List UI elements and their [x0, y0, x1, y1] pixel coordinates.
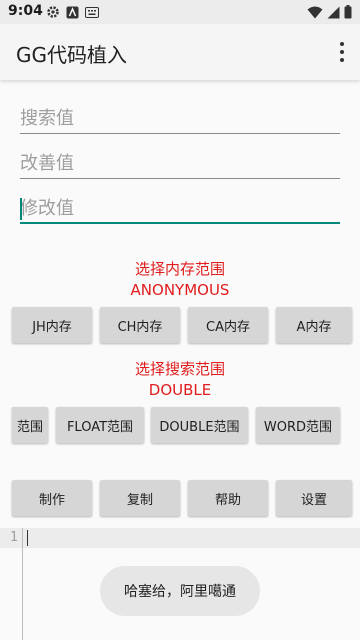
memory-ch-button[interactable]: CH内存 [100, 307, 180, 343]
toast-message: 哈塞给，阿里噶通 [100, 566, 260, 616]
copy-button[interactable]: 复制 [100, 480, 180, 516]
memory-ca-button[interactable]: CA内存 [188, 307, 268, 343]
settings-button[interactable]: 设置 [276, 480, 352, 516]
help-button[interactable]: 帮助 [188, 480, 268, 516]
status-bar: 9:04 [0, 0, 360, 24]
wifi-icon [307, 6, 323, 18]
editor-caret [27, 530, 28, 546]
search-value-field[interactable] [20, 104, 340, 134]
notification-icons [46, 5, 99, 19]
improve-value-input[interactable] [20, 149, 340, 177]
search-word-button[interactable]: WORD范围 [256, 407, 340, 443]
search-value-input[interactable] [20, 104, 340, 132]
status-time: 9:04 [8, 3, 43, 19]
search-range-title: 选择搜索范围 [134, 360, 225, 378]
memory-a-button[interactable]: A内存 [276, 307, 352, 343]
app-title: GG代码植入 [16, 43, 127, 67]
line-number: 1 [10, 530, 18, 545]
text-caret [20, 198, 22, 220]
memory-jh-button[interactable]: JH内存 [12, 307, 92, 343]
keyboard-icon [85, 6, 99, 18]
search-range-partial-button[interactable]: 范围 [12, 407, 48, 443]
modify-value-field[interactable] [20, 194, 340, 224]
current-line-highlight [0, 528, 360, 548]
search-double-button[interactable]: DOUBLE范围 [151, 407, 248, 443]
app-store-icon [66, 6, 79, 18]
search-float-button[interactable]: FLOAT范围 [56, 407, 144, 443]
app-bar: GG代码植入 [0, 24, 360, 80]
signal-icon [327, 6, 340, 18]
gutter-divider [22, 528, 23, 640]
battery-icon [344, 5, 352, 19]
modify-value-input[interactable] [20, 194, 340, 222]
memory-range-title: 选择内存范围 [134, 260, 225, 278]
more-options-icon[interactable] [338, 42, 346, 62]
memory-range-selected: ANONYMOUS [130, 281, 230, 299]
search-range-selected: DOUBLE [148, 381, 212, 399]
gear-icon [47, 6, 59, 18]
make-button[interactable]: 制作 [12, 480, 92, 516]
system-icons [307, 5, 352, 19]
improve-value-field[interactable] [20, 149, 340, 179]
